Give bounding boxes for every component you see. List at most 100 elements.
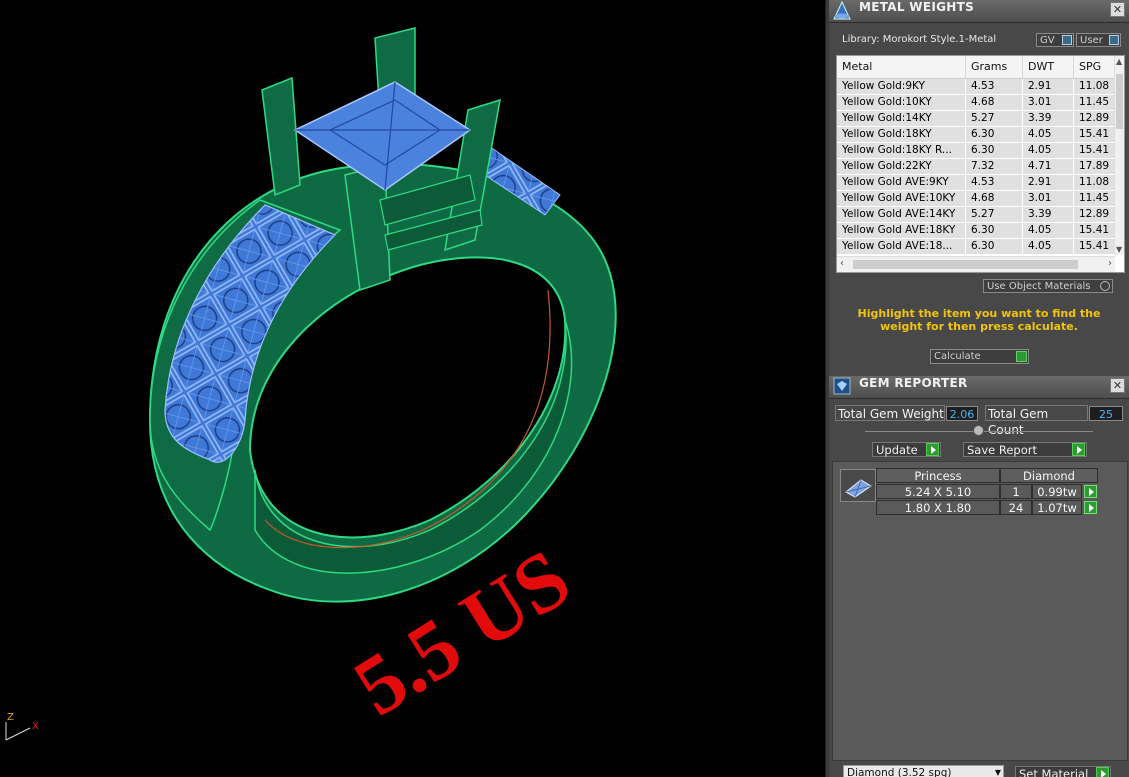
column-header-spg[interactable]: SPG	[1074, 56, 1119, 78]
axis-x-label: X	[32, 721, 39, 732]
dwt-value: 4.71	[1023, 159, 1074, 174]
total-gem-weight-label: Total Gem Weight	[835, 405, 945, 421]
set-material-button[interactable]: Set Material	[1015, 766, 1111, 777]
axis-gizmo: Z X	[5, 712, 39, 741]
spg-value: 15.41	[1074, 127, 1119, 142]
dwt-value: 4.05	[1023, 223, 1074, 238]
metal-name: Yellow Gold AVE:9KY	[837, 175, 966, 190]
metal-weights-close-button[interactable]: ✕	[1110, 2, 1125, 17]
dwt-value: 2.91	[1023, 79, 1074, 94]
dwt-value: 3.01	[1023, 95, 1074, 110]
save-report-button[interactable]: Save Report	[963, 442, 1087, 457]
table-row[interactable]: Yellow Gold:10KY 4.68 3.01 11.45	[837, 95, 1119, 112]
table-row[interactable]: Yellow Gold AVE:18... 6.30 4.05 15.41	[837, 239, 1119, 256]
scroll-left-icon[interactable]: ‹	[840, 258, 844, 269]
spg-value: 17.89	[1074, 159, 1119, 174]
grams-value: 6.30	[966, 223, 1023, 238]
gem-select-play-icon[interactable]	[1084, 485, 1097, 498]
spg-value: 12.89	[1074, 207, 1119, 222]
metal-name: Yellow Gold:18KY R...	[837, 143, 966, 158]
table-row[interactable]: Yellow Gold AVE:9KY 4.53 2.91 11.08	[837, 175, 1119, 192]
spg-value: 15.41	[1074, 239, 1119, 254]
metal-name: Yellow Gold:18KY	[837, 127, 966, 142]
set-material-play-icon	[1096, 767, 1109, 777]
material-select[interactable]: Diamond (3.52 spg) ▼	[843, 765, 1004, 777]
table-row[interactable]: Yellow Gold AVE:18KY 6.30 4.05 15.41	[837, 223, 1119, 240]
scroll-up-icon[interactable]: ▲	[1116, 57, 1122, 66]
update-play-icon	[926, 443, 939, 456]
table-row[interactable]: Yellow Gold:18KY 6.30 4.05 15.41	[837, 127, 1119, 144]
metal-name: Yellow Gold AVE:14KY	[837, 207, 966, 222]
vertical-scroll-thumb[interactable]	[1116, 74, 1123, 129]
scroll-right-icon[interactable]: ›	[1108, 258, 1112, 269]
table-row[interactable]: Yellow Gold:14KY 5.27 3.39 12.89	[837, 111, 1119, 128]
total-gem-count-value: 25	[1089, 406, 1123, 421]
grams-value: 4.68	[966, 191, 1023, 206]
gem-weight: 1.07tw	[1032, 500, 1082, 515]
report-slider-handle[interactable]	[973, 425, 984, 436]
3d-viewport[interactable]: 5.5 US Z X	[0, 0, 825, 777]
table-row[interactable]: Yellow Gold:18KY R... 6.30 4.05 15.41	[837, 143, 1119, 160]
spg-value: 15.41	[1074, 143, 1119, 158]
gem-size: 5.24 X 5.10	[876, 484, 1000, 499]
user-toggle-label: User	[1080, 35, 1103, 46]
vertical-scrollbar[interactable]: ▲ ▼	[1114, 56, 1124, 255]
calculate-label: Calculate	[934, 351, 981, 362]
horizontal-scrollbar[interactable]: ‹ ›	[837, 256, 1115, 272]
metal-weights-icon	[833, 0, 851, 20]
user-toggle[interactable]: User	[1076, 33, 1121, 47]
gem-weight: 0.99tw	[1032, 484, 1082, 499]
grams-value: 5.27	[966, 207, 1023, 222]
table-row[interactable]: Yellow Gold AVE:10KY 4.68 3.01 11.45	[837, 191, 1119, 208]
chevron-down-icon[interactable]: ▼	[995, 766, 1001, 777]
total-gem-weight-value: 2.06	[946, 406, 978, 421]
metal-name: Yellow Gold AVE:10KY	[837, 191, 966, 206]
dwt-value: 3.01	[1023, 191, 1074, 206]
axis-z-label: Z	[7, 712, 14, 723]
column-header-dwt[interactable]: DWT	[1023, 56, 1074, 78]
gem-list[interactable]: Princess Diamond 5.24 X 5.10 1 0.99tw 1.…	[832, 461, 1128, 761]
grams-value: 4.53	[966, 175, 1023, 190]
radio-icon	[1100, 281, 1110, 291]
dwt-value: 4.05	[1023, 239, 1074, 254]
metal-name: Yellow Gold AVE:18KY	[837, 223, 966, 238]
metal-weights-table[interactable]: Metal Grams DWT SPG Yellow Gold:9KY 4.53 2…	[836, 55, 1125, 273]
right-panel: METAL WEIGHTS ✕ Library: Morokort Style.…	[829, 0, 1129, 777]
table-row[interactable]: Yellow Gold AVE:14KY 5.27 3.39 12.89	[837, 207, 1119, 224]
metal-name: Yellow Gold AVE:18...	[837, 239, 966, 254]
calculate-button[interactable]: Calculate	[930, 349, 1029, 364]
grams-value: 4.53	[966, 79, 1023, 94]
column-header-grams[interactable]: Grams	[966, 56, 1023, 78]
gem-reporter-icon	[833, 377, 851, 395]
update-label: Update	[876, 443, 918, 457]
spg-value: 15.41	[1074, 223, 1119, 238]
gem-reporter-close-button[interactable]: ✕	[1110, 378, 1125, 393]
user-indicator-icon	[1109, 35, 1119, 45]
spg-value: 11.45	[1074, 191, 1119, 206]
horizontal-scroll-thumb[interactable]	[853, 260, 1078, 269]
grams-value: 5.27	[966, 111, 1023, 126]
metal-weights-hint: Highlight the item you want to find the …	[857, 307, 1101, 333]
grams-value: 7.32	[966, 159, 1023, 174]
save-report-play-icon	[1072, 443, 1085, 456]
save-report-label: Save Report	[967, 443, 1038, 457]
use-object-materials-toggle[interactable]: Use Object Materials	[983, 279, 1113, 293]
column-header-metal[interactable]: Metal	[837, 56, 966, 78]
metal-name: Yellow Gold:14KY	[837, 111, 966, 126]
spg-value: 11.08	[1074, 79, 1119, 94]
update-button[interactable]: Update	[872, 442, 941, 457]
ring-model[interactable]	[148, 27, 617, 603]
gem-reporter-header: GEM REPORTER ✕	[829, 376, 1129, 399]
gem-thumbnail[interactable]	[840, 469, 876, 502]
spg-value: 11.08	[1074, 175, 1119, 190]
library-label: Library: Morokort Style.1-Metal	[842, 34, 997, 45]
table-row[interactable]: Yellow Gold:9KY 4.53 2.91 11.08	[837, 79, 1119, 96]
table-row[interactable]: Yellow Gold:22KY 7.32 4.71 17.89	[837, 159, 1119, 176]
gem-select-play-icon[interactable]	[1084, 501, 1097, 514]
metal-name: Yellow Gold:10KY	[837, 95, 966, 110]
gem-reporter-title: GEM REPORTER	[859, 376, 968, 390]
gem-count: 24	[1000, 500, 1032, 515]
gem-type-header: Diamond	[1000, 468, 1098, 483]
gv-toggle[interactable]: GV	[1036, 33, 1074, 47]
scroll-down-icon[interactable]: ▼	[1116, 245, 1122, 254]
